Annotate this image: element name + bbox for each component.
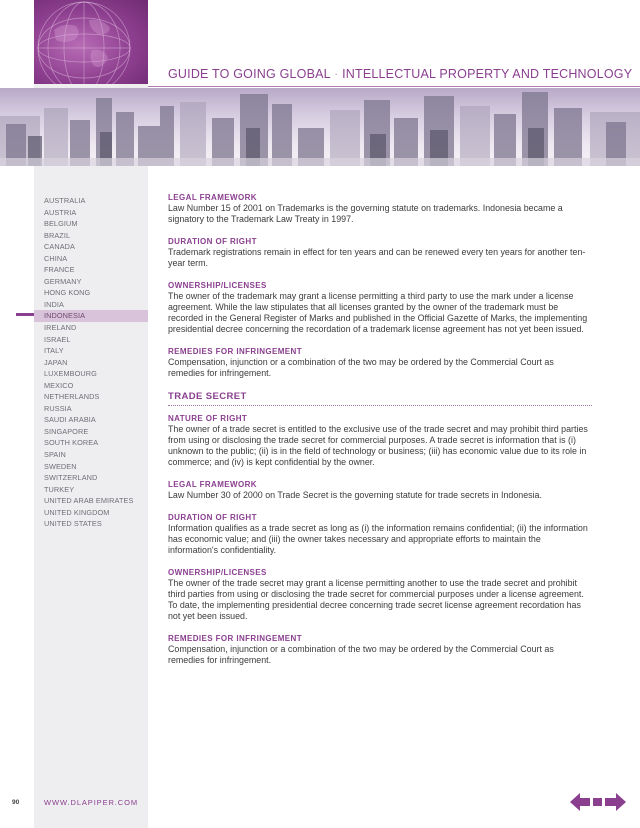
tm-duration-heading: DURATION OF RIGHT — [168, 237, 257, 246]
tm-remedies-heading: REMEDIES FOR INFRINGEMENT — [168, 347, 303, 356]
ts-legal-framework-text: Law Number 30 of 2000 on Trade Secret is… — [168, 490, 542, 500]
city-skyline-image — [0, 88, 640, 166]
nav-item-sweden[interactable]: SWEDEN — [34, 461, 148, 473]
nav-item-russia[interactable]: RUSSIA — [34, 403, 148, 415]
active-country-marker — [16, 313, 34, 316]
nav-item-belgium[interactable]: BELGIUM — [34, 218, 148, 230]
page-nav-controls — [570, 792, 626, 812]
tm-ownership-heading: OWNERSHIP/LICENSES — [168, 281, 267, 290]
nav-item-hong-kong[interactable]: HONG KONG — [34, 287, 148, 299]
title-separator: · — [334, 67, 339, 81]
nav-item-brazil[interactable]: BRAZIL — [34, 230, 148, 242]
guide-title: GUIDE TO GOING GLOBAL — [168, 67, 331, 81]
nav-item-china[interactable]: CHINA — [34, 253, 148, 265]
nav-item-indonesia[interactable]: INDONESIA — [34, 310, 148, 323]
guide-subtitle: INTELLECTUAL PROPERTY AND TECHNOLOGY — [342, 67, 633, 81]
ts-nature-heading: NATURE OF RIGHT — [168, 414, 248, 423]
globe-icon — [37, 1, 131, 84]
nav-item-united-kingdom[interactable]: UNITED KINGDOM — [34, 507, 148, 519]
ts-ownership-text: The owner of the trade secret may grant … — [168, 578, 584, 621]
header-rule — [148, 86, 640, 87]
nav-item-mexico[interactable]: MEXICO — [34, 380, 148, 392]
page-number: 90 — [12, 799, 20, 806]
globe-graphic — [34, 0, 148, 84]
nav-item-united-arab-emirates[interactable]: UNITED ARAB EMIRATES — [34, 495, 148, 507]
nav-item-saudi-arabia[interactable]: SAUDI ARABIA — [34, 414, 148, 426]
footer-website-link[interactable]: WWW.DLAPIPER.COM — [44, 798, 138, 807]
main-content: LEGAL FRAMEWORK Law Number 15 of 2001 on… — [168, 193, 592, 678]
ts-legal-framework-heading: LEGAL FRAMEWORK — [168, 480, 257, 489]
nav-item-italy[interactable]: ITALY — [34, 345, 148, 357]
nav-item-australia[interactable]: AUSTRALIA — [34, 195, 148, 207]
nav-item-turkey[interactable]: TURKEY — [34, 484, 148, 496]
tm-duration-text: Trademark registrations remain in effect… — [168, 247, 586, 268]
nav-item-luxembourg[interactable]: LUXEMBOURG — [34, 368, 148, 380]
nav-item-singapore[interactable]: SINGAPORE — [34, 426, 148, 438]
ts-remedies-heading: REMEDIES FOR INFRINGEMENT — [168, 634, 303, 643]
ts-duration-heading: DURATION OF RIGHT — [168, 513, 257, 522]
page-square-icon — [593, 798, 602, 806]
country-nav: AUSTRALIA AUSTRIA BELGIUM BRAZIL CANADA … — [34, 195, 148, 530]
trade-secret-section-title: TRADE SECRET — [168, 391, 247, 402]
nav-item-south-korea[interactable]: SOUTH KOREA — [34, 437, 148, 449]
ts-remedies-text: Compensation, injunction or a combinatio… — [168, 644, 554, 665]
next-arrow-icon[interactable] — [605, 793, 626, 811]
nav-item-japan[interactable]: JAPAN — [34, 357, 148, 369]
tm-remedies-text: Compensation, injunction or a combinatio… — [168, 357, 554, 378]
prev-arrow-icon[interactable] — [570, 793, 590, 811]
ts-nature-text: The owner of a trade secret is entitled … — [168, 424, 588, 467]
nav-item-austria[interactable]: AUSTRIA — [34, 207, 148, 219]
tm-legal-framework-text: Law Number 15 of 2001 on Trademarks is t… — [168, 203, 563, 224]
nav-item-netherlands[interactable]: NETHERLANDS — [34, 391, 148, 403]
nav-item-india[interactable]: INDIA — [34, 299, 148, 311]
nav-item-germany[interactable]: GERMANY — [34, 276, 148, 288]
nav-item-canada[interactable]: CANADA — [34, 241, 148, 253]
nav-item-switzerland[interactable]: SWITZERLAND — [34, 472, 148, 484]
nav-item-spain[interactable]: SPAIN — [34, 449, 148, 461]
nav-item-united-states[interactable]: UNITED STATES — [34, 518, 148, 530]
guide-header-title: GUIDE TO GOING GLOBAL · INTELLECTUAL PRO… — [168, 67, 632, 81]
ts-ownership-heading: OWNERSHIP/LICENSES — [168, 568, 267, 577]
ts-duration-text: Information qualifies as a trade secret … — [168, 523, 588, 555]
nav-item-france[interactable]: FRANCE — [34, 264, 148, 276]
nav-item-ireland[interactable]: IRELAND — [34, 322, 148, 334]
tm-legal-framework-heading: LEGAL FRAMEWORK — [168, 193, 257, 202]
section-divider — [168, 405, 592, 406]
nav-item-israel[interactable]: ISRAEL — [34, 334, 148, 346]
tm-ownership-text: The owner of the trademark may grant a l… — [168, 291, 588, 334]
